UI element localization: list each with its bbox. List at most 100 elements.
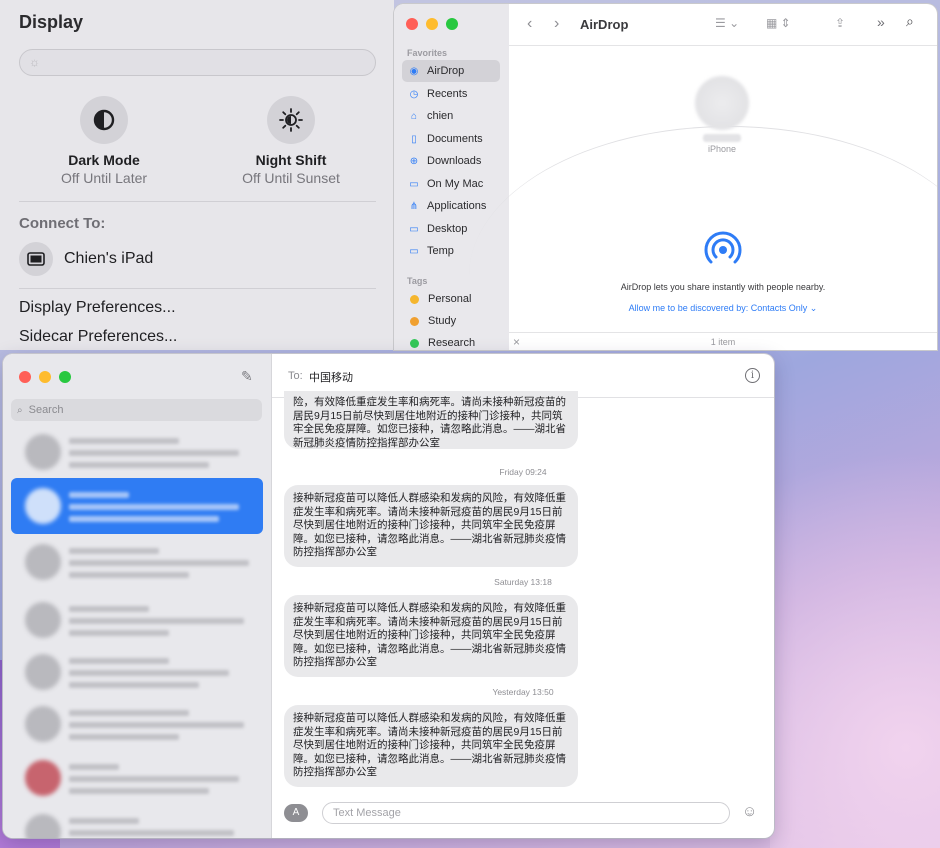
message-bubble: 接种新冠疫苗可以降低人群感染和发病的风险，有效降低重症发生率和病死率。请尚未接种… [284, 485, 578, 567]
message-timestamp: Saturday 13:18 [494, 577, 552, 587]
night-shift-toggle[interactable]: Night Shift Off Until Sunset [201, 96, 381, 186]
app-store-icon[interactable]: A [284, 804, 308, 822]
more-toolbar-icon[interactable]: » [877, 14, 885, 30]
sidebar-item-applications[interactable]: ⋔ Applications [402, 195, 500, 217]
sidebar-tag-research[interactable]: Research [402, 332, 500, 350]
sidebar-item-home[interactable]: ⌂ chien [402, 105, 500, 127]
window-controls [406, 18, 458, 30]
avatar [25, 760, 61, 796]
window-controls [19, 371, 71, 383]
dark-mode-label: Dark Mode [68, 152, 140, 168]
list-item[interactable] [11, 696, 263, 752]
sidebar-item-on-my-mac[interactable]: ▭ On My Mac [402, 173, 500, 195]
list-item[interactable] [11, 478, 263, 534]
dark-mode-status: Off Until Later [60, 170, 148, 186]
forward-icon[interactable]: › [554, 15, 559, 33]
list-item[interactable] [11, 750, 263, 806]
message-text: 险，有效降低重症发生率和病死率。请尚未接种新冠疫苗的居民9月15日前尽快到居住地… [293, 396, 566, 449]
window-title: AirDrop [580, 17, 629, 32]
discoverability-link[interactable]: Allow me to be discovered by: Contacts O… [509, 303, 937, 314]
desktop-icon: ▭ [409, 223, 419, 235]
avatar [25, 706, 61, 742]
folder-icon: ▭ [409, 245, 419, 257]
finder-status-bar: × 1 item [509, 332, 937, 350]
sidebar-item-label: Recents [427, 88, 468, 100]
zoom-button[interactable] [59, 371, 71, 383]
to-label: To: [288, 370, 303, 382]
finder-window: Favorites ◉ AirDrop ◷ Recents ⌂ chien ▯ … [394, 4, 937, 350]
list-view-icon[interactable]: ☰ ⌄ [715, 16, 739, 30]
message-text: 接种新冠疫苗可以降低人群感染和发病的风险，有效降低重症发生率和病死率。请尚未接种… [293, 602, 566, 668]
zoom-button[interactable] [446, 18, 458, 30]
ipad-label: Chien's iPad [64, 250, 154, 267]
message-text: 接种新冠疫苗可以降低人群感染和发病的风险，有效降低重症发生率和病死率。请尚未接种… [293, 492, 566, 558]
minimize-button[interactable] [426, 18, 438, 30]
search-placeholder: Search [28, 404, 64, 416]
night-shift-icon [267, 96, 315, 144]
brightness-slider[interactable]: ☼ [19, 49, 376, 76]
message-bubble-partial: 险，有效降低重症发生率和病死率。请尚未接种新冠疫苗的居民9月15日前尽快到居住地… [284, 391, 578, 449]
share-icon[interactable]: ⇪ [835, 16, 845, 30]
recipient-name[interactable]: 中国移动 [309, 369, 353, 385]
avatar [25, 814, 61, 838]
emoji-icon[interactable]: ☺ [742, 803, 757, 820]
avatar [25, 544, 61, 580]
dark-mode-toggle[interactable]: Dark Mode Off Until Later [14, 96, 194, 186]
sidebar-item-label: Desktop [427, 223, 468, 235]
message-timestamp: Friday 09:24 [499, 467, 547, 477]
discoverability-label: Allow me to be discovered by: Contacts O… [628, 303, 808, 313]
sidebar-item-label: Research [428, 337, 476, 349]
download-icon: ⊕ [409, 155, 419, 167]
list-item[interactable] [11, 644, 263, 700]
device-avatar[interactable] [695, 76, 749, 130]
list-item[interactable] [11, 804, 263, 838]
sidecar-preferences-link[interactable]: Sidecar Preferences... [19, 328, 177, 346]
close-button[interactable] [19, 371, 31, 383]
sidebar-item-label: On My Mac [427, 178, 484, 190]
display-preferences-link[interactable]: Display Preferences... [19, 299, 176, 317]
list-item[interactable] [11, 592, 263, 648]
message-text: 接种新冠疫苗可以降低人群感染和发病的风险，有效降低重症发生率和病死率。请尚未接种… [293, 712, 566, 778]
dark-mode-icon [80, 96, 128, 144]
airdrop-large-icon [698, 224, 748, 279]
connect-to-heading: Connect To: [19, 215, 106, 232]
message-timestamp: Yesterday 13:50 [492, 687, 554, 697]
compose-bar: A Text Message ☺ [272, 798, 774, 838]
display-control-panel: Display ☼ Dark Mode Off Until Later Nigh… [0, 0, 394, 350]
favorites-heading: Favorites [407, 48, 448, 58]
message-bubble: 接种新冠疫苗可以降低人群感染和发病的风险，有效降低重症发生率和病死率。请尚未接种… [284, 595, 578, 677]
sidebar-item-label: Temp [427, 245, 454, 257]
list-item[interactable] [11, 534, 263, 590]
sidebar-item-downloads[interactable]: ⊕ Downloads [402, 150, 500, 172]
wallpaper-glow [770, 348, 940, 848]
home-icon: ⌂ [410, 110, 418, 122]
tags-heading: Tags [407, 276, 428, 286]
ipad-connect-item[interactable]: Chien's iPad [19, 242, 153, 276]
night-shift-label: Night Shift [255, 152, 327, 168]
avatar [25, 654, 61, 690]
back-icon[interactable]: ‹ [527, 15, 532, 33]
message-input[interactable]: Text Message [322, 802, 730, 824]
minimize-button[interactable] [39, 371, 51, 383]
sidebar-item-label: Applications [427, 200, 487, 212]
device-name-redacted [703, 134, 741, 142]
item-count: 1 item [710, 337, 736, 347]
divider [19, 201, 376, 202]
sidebar-item-airdrop[interactable]: ◉ AirDrop [402, 60, 500, 82]
list-item[interactable] [11, 424, 263, 480]
tag-color-dot [410, 316, 419, 326]
close-button[interactable] [406, 18, 418, 30]
sidebar-item-label: Personal [428, 293, 472, 305]
message-bubble: 接种新冠疫苗可以降低人群感染和发病的风险，有效降低重症发生率和病死率。请尚未接种… [284, 705, 578, 787]
search-input[interactable]: ⌕ Search [11, 399, 262, 421]
search-icon[interactable]: ⌕ [906, 13, 914, 30]
sidebar-item-recents[interactable]: ◷ Recents [402, 83, 500, 105]
sidebar-item-documents[interactable]: ▯ Documents [402, 128, 500, 150]
info-icon[interactable]: i [745, 368, 760, 383]
compose-icon[interactable]: ✎ [241, 368, 253, 385]
avatar [25, 488, 61, 524]
sidebar-item-label: Documents [427, 133, 483, 145]
finder-toolbar: ‹ › AirDrop ☰ ⌄ ▦ ⇕ ⇪ » ⌕ [509, 4, 937, 46]
tag-color-dot [410, 338, 419, 348]
grid-view-icon[interactable]: ▦ ⇕ [766, 16, 791, 30]
